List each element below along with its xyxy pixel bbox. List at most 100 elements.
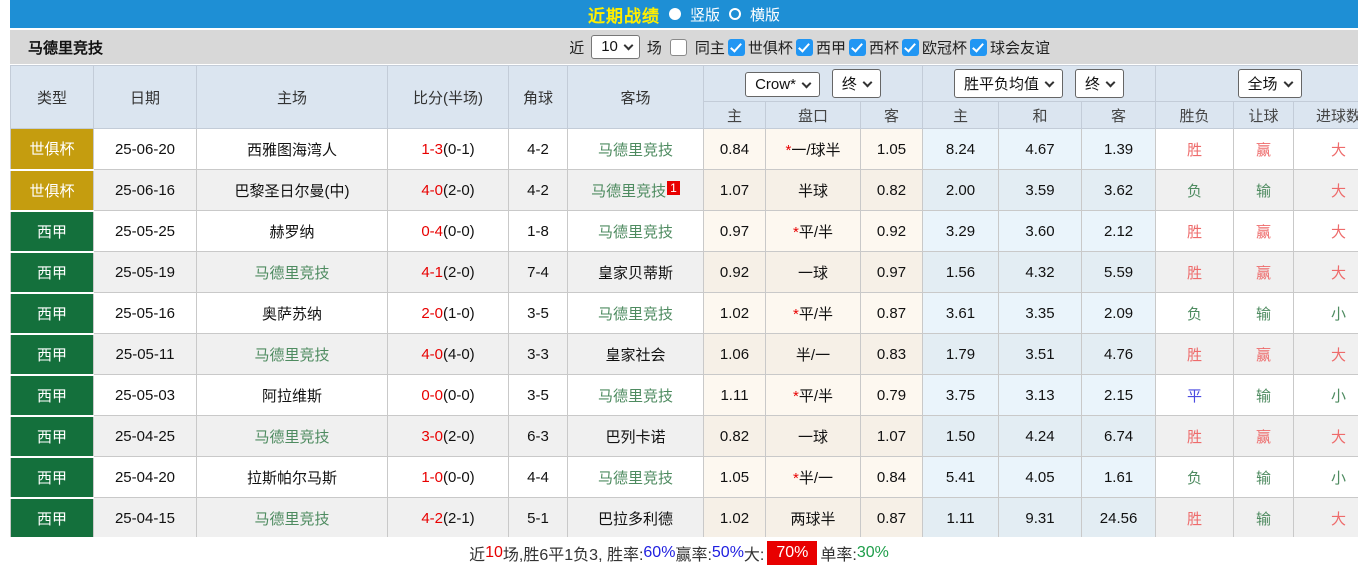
- match-row: 西甲 25-05-11 马德里竞技 4-0(4-0) 3-3 皇家社会 1.06…: [10, 333, 1358, 376]
- same-home-checkbox[interactable]: [669, 38, 687, 56]
- avg-home-odds: 2.00: [922, 169, 1000, 211]
- odds-company-select[interactable]: Crow*: [745, 72, 820, 97]
- summary-segment: 大:: [743, 547, 765, 564]
- win-draw-loss: 胜: [1155, 251, 1235, 293]
- score: 4-1(2-0): [387, 251, 509, 293]
- summary-segment: 单率:: [820, 547, 857, 564]
- competition-label-2[interactable]: 西杯: [869, 37, 899, 58]
- avg-home-odds: 1.11: [922, 497, 1000, 539]
- match-row: 西甲 25-04-20 拉斯帕尔马斯 1-0(0-0) 4-4 马德里竞技 1.…: [10, 456, 1358, 499]
- match-count-select[interactable]: 10: [591, 35, 640, 59]
- subheader-avg-away: 客: [1081, 101, 1157, 129]
- avg-away-odds: 3.62: [1081, 169, 1157, 211]
- odds-time-select-2[interactable]: 终: [1075, 69, 1125, 98]
- col-header-home: 主场: [196, 65, 388, 129]
- home-team: 马德里竞技: [196, 497, 388, 539]
- match-table-body: 世俱杯 25-06-20 西雅图海湾人 1-3(0-1) 4-2 马德里竞技 0…: [10, 128, 1358, 540]
- odds-time-select-1[interactable]: 终: [831, 69, 881, 98]
- home-odds: 1.11: [703, 374, 766, 416]
- away-odds: 0.92: [859, 210, 924, 252]
- goals-over-under: 大: [1293, 333, 1358, 375]
- horizontal-layout-radio[interactable]: [729, 8, 741, 20]
- home-team: 拉斯帕尔马斯: [196, 456, 388, 498]
- avg-home-odds: 1.56: [922, 251, 1000, 293]
- handicap-result: 赢: [1233, 415, 1295, 457]
- score: 0-0(0-0): [387, 374, 509, 416]
- scope-value: 全场: [1247, 76, 1278, 93]
- competition-label-4[interactable]: 球会友谊: [990, 37, 1050, 58]
- handicap-result: 输: [1233, 456, 1295, 498]
- competition-label-3[interactable]: 欧冠杯: [922, 37, 967, 58]
- goals-over-under: 小: [1293, 292, 1358, 334]
- avg-type-select[interactable]: 胜平负均值: [954, 69, 1064, 98]
- score: 4-0(4-0): [387, 333, 509, 375]
- score: 3-0(2-0): [387, 415, 509, 457]
- chevron-down-icon: [623, 40, 634, 50]
- competition-label-0[interactable]: 世俱杯: [748, 37, 793, 58]
- away-odds: 1.07: [859, 415, 924, 457]
- col-header-date: 日期: [93, 65, 197, 129]
- summary-segment: 30%: [856, 544, 889, 561]
- col-header-type: 类型: [10, 65, 94, 129]
- goals-over-under: 大: [1293, 415, 1358, 457]
- away-team: 马德里竞技: [567, 128, 704, 170]
- summary-segment: 10: [485, 544, 503, 561]
- competition-badge: 西甲: [10, 251, 94, 294]
- summary-segment: 70%: [767, 541, 818, 565]
- score: 4-2(2-1): [387, 497, 509, 539]
- avg-draw-odds: 9.31: [998, 497, 1083, 539]
- competition-checkbox-1[interactable]: [795, 38, 813, 56]
- avg-home-odds: 3.29: [922, 210, 1000, 252]
- handicap-line: *平/半: [765, 374, 861, 416]
- goals-over-under: 大: [1293, 497, 1358, 539]
- handicap-result: 输: [1233, 374, 1295, 416]
- win-draw-loss: 胜: [1155, 497, 1235, 539]
- subheader-avg-draw: 和: [998, 101, 1083, 129]
- handicap-line: *平/半: [765, 292, 861, 334]
- competition-label-1[interactable]: 西甲: [816, 37, 846, 58]
- scope-select[interactable]: 全场: [1237, 69, 1302, 98]
- competition-checkbox-2[interactable]: [848, 38, 866, 56]
- handicap-result: 赢: [1233, 333, 1295, 375]
- vertical-layout-radio[interactable]: [668, 8, 681, 20]
- away-team: 马德里竞技: [567, 210, 704, 252]
- horizontal-layout-label[interactable]: 横版: [750, 4, 780, 25]
- summary-segment: 60%: [643, 544, 676, 561]
- subheader-avg-home: 主: [922, 101, 1000, 129]
- match-row: 西甲 25-05-16 奥萨苏纳 2-0(1-0) 3-5 马德里竞技 1.02…: [10, 292, 1358, 335]
- competition-checkbox-3[interactable]: [901, 38, 919, 56]
- win-draw-loss: 平: [1155, 374, 1235, 416]
- competition-badge: 西甲: [10, 374, 94, 417]
- goals-over-under: 大: [1293, 251, 1358, 293]
- vertical-layout-label[interactable]: 竖版: [690, 4, 720, 25]
- match-row: 西甲 25-04-25 马德里竞技 3-0(2-0) 6-3 巴列卡诺 0.82…: [10, 415, 1358, 458]
- match-date: 25-06-20: [93, 128, 197, 170]
- competition-badge: 西甲: [10, 415, 94, 458]
- avg-home-odds: 3.75: [922, 374, 1000, 416]
- home-team: 阿拉维斯: [196, 374, 388, 416]
- away-team: 马德里竞技: [567, 374, 704, 416]
- home-odds: 1.02: [703, 497, 766, 539]
- competition-checkbox-0[interactable]: [727, 38, 745, 56]
- avg-home-odds: 5.41: [922, 456, 1000, 498]
- corners: 7-4: [508, 251, 568, 293]
- same-home-label[interactable]: 同主: [695, 37, 725, 58]
- goals-over-under: 小: [1293, 374, 1358, 416]
- competition-badge: 西甲: [10, 333, 94, 376]
- match-date: 25-05-25: [93, 210, 197, 252]
- summary-line: 近 10 场,胜6平1负3, 胜率: 60% 赢率: 50% 大: 70% 单率: 30%: [0, 537, 1358, 569]
- home-odds: 1.05: [703, 456, 766, 498]
- match-date: 25-04-20: [93, 456, 197, 498]
- competition-checkbox-4[interactable]: [969, 38, 987, 56]
- away-odds: 0.79: [859, 374, 924, 416]
- goals-over-under: 大: [1293, 169, 1358, 211]
- page-title: 近期战绩: [587, 6, 660, 26]
- handicap-line: 一球: [765, 251, 861, 293]
- score: 4-0(2-0): [387, 169, 509, 211]
- handicap-line: 半/一: [765, 333, 861, 375]
- avg-draw-odds: 3.60: [998, 210, 1083, 252]
- subheader-handicap: 盘口: [765, 101, 861, 129]
- away-odds: 0.82: [859, 169, 924, 211]
- team-name: 马德里竞技: [28, 39, 104, 57]
- home-team: 赫罗纳: [196, 210, 388, 252]
